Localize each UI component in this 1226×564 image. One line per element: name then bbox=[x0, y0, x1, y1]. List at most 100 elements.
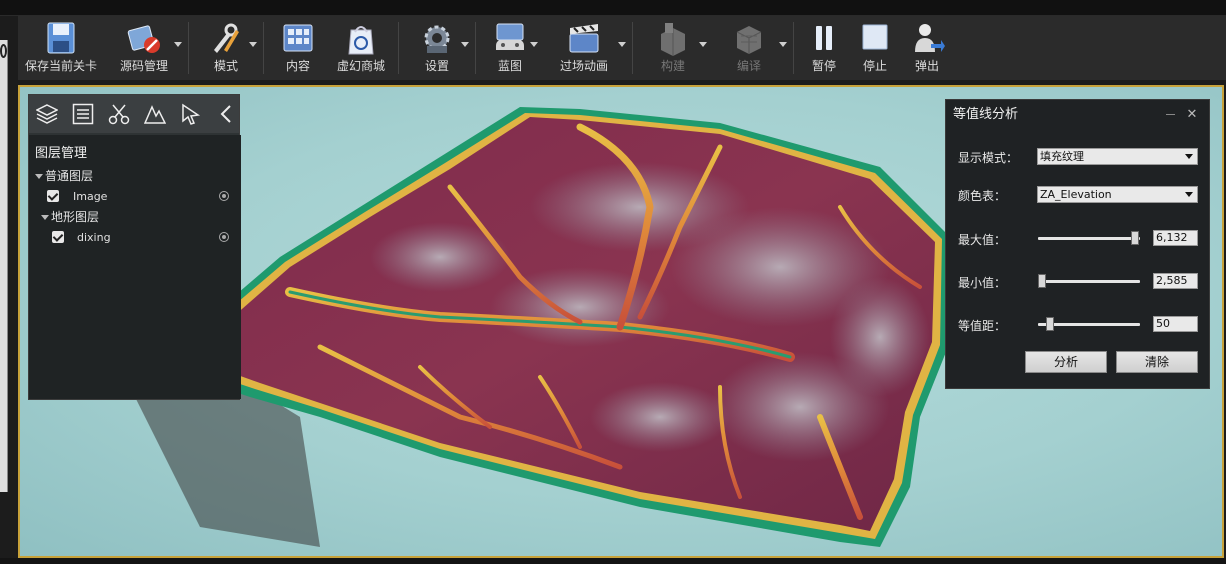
marketplace-button[interactable]: 虚幻商城 bbox=[328, 16, 394, 80]
contour-panel-header: 等值线分析 ✕ bbox=[946, 100, 1209, 130]
contour-panel-title: 等值线分析 bbox=[953, 107, 1019, 122]
max-value-slider[interactable] bbox=[1038, 230, 1140, 246]
max-value-label: 最大值： bbox=[958, 233, 1007, 247]
analyze-button[interactable]: 分析 bbox=[1025, 351, 1107, 373]
side-panel-handle[interactable] bbox=[0, 44, 7, 58]
content-button[interactable]: 内容 bbox=[268, 16, 328, 80]
settings-icon bbox=[424, 25, 450, 53]
eject-label: 弹出 bbox=[914, 59, 939, 73]
eject-button[interactable]: 弹出 bbox=[900, 16, 954, 80]
color-table-select[interactable]: ZA_Elevation bbox=[1037, 186, 1198, 203]
clear-button[interactable]: 清除 bbox=[1116, 351, 1198, 373]
locate-icon[interactable] bbox=[219, 191, 229, 201]
pause-button[interactable]: 暂停 bbox=[798, 16, 850, 80]
blueprint-button[interactable]: 蓝图 bbox=[480, 16, 540, 80]
status-strip bbox=[0, 558, 1226, 564]
settings-button[interactable]: 设置 bbox=[403, 16, 471, 80]
tree-group-normal-layers[interactable]: 普通图层 bbox=[29, 166, 241, 186]
compile-icon bbox=[736, 26, 762, 54]
expand-triangle-icon[interactable] bbox=[41, 215, 49, 220]
source-control-button[interactable]: 源码管理 bbox=[104, 16, 184, 80]
color-table-value: ZA_Elevation bbox=[1040, 188, 1112, 201]
toolbar-divider bbox=[188, 22, 189, 74]
layers-icon bbox=[36, 104, 58, 124]
save-icon bbox=[47, 22, 75, 54]
layers-tool-button[interactable] bbox=[35, 102, 59, 126]
modes-dropdown-icon[interactable] bbox=[249, 42, 257, 47]
slider-thumb[interactable] bbox=[1038, 274, 1046, 288]
modes-button[interactable]: 模式 bbox=[193, 16, 259, 80]
interval-label: 等值距： bbox=[958, 319, 1007, 333]
close-icon[interactable]: ✕ bbox=[1185, 108, 1199, 122]
cursor-icon bbox=[182, 103, 201, 125]
interval-slider[interactable] bbox=[1038, 316, 1140, 332]
settings-label: 设置 bbox=[424, 59, 449, 73]
blueprint-dropdown-icon[interactable] bbox=[530, 42, 538, 47]
slider-thumb[interactable] bbox=[1046, 317, 1054, 331]
save-level-button[interactable]: 保存当前关卡 bbox=[18, 16, 104, 80]
source-control-icon bbox=[127, 25, 160, 53]
select-tool-button[interactable] bbox=[179, 102, 203, 126]
slider-track bbox=[1038, 237, 1140, 240]
min-value-label: 最小值： bbox=[958, 276, 1007, 290]
layer-visibility-checkbox[interactable] bbox=[52, 231, 64, 243]
layer-visibility-checkbox[interactable] bbox=[47, 190, 59, 202]
layer-panel-title: 图层管理 bbox=[35, 146, 88, 161]
marketplace-label: 虚幻商城 bbox=[336, 59, 385, 73]
title-strip bbox=[0, 0, 1226, 16]
color-table-label: 颜色表： bbox=[958, 189, 1007, 203]
build-button[interactable]: 构建 bbox=[637, 16, 709, 80]
chevron-down-icon bbox=[1185, 192, 1193, 197]
content-icon bbox=[283, 24, 313, 52]
list-tool-button[interactable] bbox=[71, 102, 95, 126]
blueprint-label: 蓝图 bbox=[497, 59, 522, 73]
source-control-dropdown-icon[interactable] bbox=[174, 42, 182, 47]
stop-button[interactable]: 停止 bbox=[850, 16, 900, 80]
mountain-icon bbox=[144, 105, 166, 124]
chevron-down-icon bbox=[1185, 154, 1193, 159]
layer-item-dixing[interactable]: dixing bbox=[29, 227, 241, 248]
max-value-input[interactable]: 6,132 bbox=[1153, 230, 1198, 246]
stop-label: 停止 bbox=[862, 59, 887, 73]
list-icon bbox=[72, 103, 94, 125]
cinematics-icon bbox=[569, 24, 599, 53]
contour-analysis-panel: 等值线分析 ✕ 显示模式： 填充纹理 颜色表： ZA_Elevation 最大值… bbox=[945, 99, 1210, 389]
interval-input[interactable]: 50 bbox=[1153, 316, 1198, 332]
tree-group-terrain-layers[interactable]: 地形图层 bbox=[29, 207, 241, 227]
tree-group-label: 普通图层 bbox=[45, 169, 94, 183]
marketplace-icon bbox=[348, 26, 374, 55]
collapse-panel-button[interactable] bbox=[215, 102, 239, 126]
settings-dropdown-icon[interactable] bbox=[461, 42, 469, 47]
build-dropdown-icon[interactable] bbox=[699, 42, 707, 47]
cinematics-dropdown-icon[interactable] bbox=[618, 42, 626, 47]
cinematics-button[interactable]: 过场动画 bbox=[540, 16, 628, 80]
toolbar-divider bbox=[475, 22, 476, 74]
side-panel-edge bbox=[0, 40, 8, 492]
compile-button[interactable]: 编译 bbox=[709, 16, 789, 80]
minimize-icon[interactable] bbox=[1166, 114, 1175, 115]
toolbar-divider bbox=[263, 22, 264, 74]
modes-icon bbox=[214, 23, 239, 53]
display-mode-select[interactable]: 填充纹理 bbox=[1037, 148, 1198, 165]
chevron-left-icon bbox=[220, 105, 231, 123]
terrain-tool-button[interactable] bbox=[143, 102, 167, 126]
slider-thumb[interactable] bbox=[1131, 231, 1139, 245]
expand-triangle-icon[interactable] bbox=[35, 174, 43, 179]
compile-dropdown-icon[interactable] bbox=[779, 42, 787, 47]
slider-track bbox=[1038, 280, 1140, 283]
scissors-icon bbox=[108, 104, 130, 125]
min-value-input[interactable]: 2,585 bbox=[1153, 273, 1198, 289]
stop-icon bbox=[862, 24, 888, 50]
layer-item-image[interactable]: Image bbox=[29, 186, 241, 207]
clip-tool-button[interactable] bbox=[107, 102, 131, 126]
display-mode-value: 填充纹理 bbox=[1040, 150, 1084, 163]
layer-item-label: dixing bbox=[77, 231, 111, 244]
toolbar-divider bbox=[632, 22, 633, 74]
eject-icon bbox=[915, 24, 945, 52]
toolbar-divider bbox=[793, 22, 794, 74]
min-value-slider[interactable] bbox=[1038, 273, 1140, 289]
layer-manager-panel: 图层管理 普通图层 Image 地形图层 dixing bbox=[28, 94, 241, 400]
display-mode-label: 显示模式： bbox=[958, 151, 1019, 165]
modes-label: 模式 bbox=[213, 59, 238, 73]
locate-icon[interactable] bbox=[219, 232, 229, 242]
